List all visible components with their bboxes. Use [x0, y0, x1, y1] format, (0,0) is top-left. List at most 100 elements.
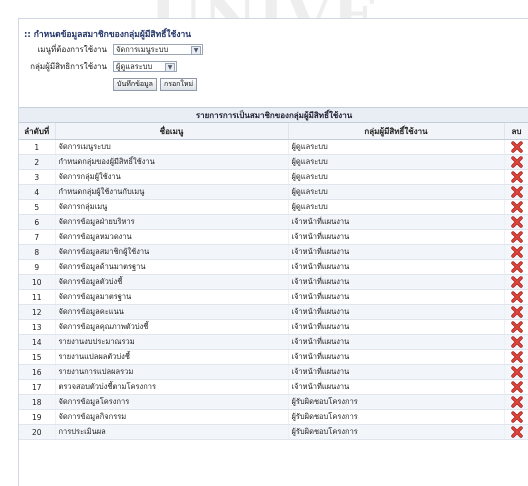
group-name-cell: เจ้าหน้าที่แผนงาน	[288, 259, 505, 275]
delete-x-icon[interactable]	[510, 351, 523, 363]
delete-cell	[504, 394, 528, 410]
delete-cell	[504, 379, 528, 395]
header-no: ลำดับที่	[19, 123, 56, 140]
header-group: กลุ่มผู้มีสิทธิ์ใช้งาน	[288, 123, 505, 140]
delete-cell	[504, 214, 528, 230]
row-number: 8	[19, 244, 56, 260]
row-number: 18	[19, 394, 56, 410]
menu-name-cell: จัดการข้อมูลด้านมาตรฐาน	[55, 259, 289, 275]
delete-x-icon[interactable]	[510, 156, 523, 168]
delete-x-icon[interactable]	[510, 396, 523, 408]
group-name-cell: เจ้าหน้าที่แผนงาน	[288, 379, 505, 395]
table-row: 12 จัดการข้อมูลคะแนน เจ้าหน้าที่แผนงาน	[19, 304, 528, 320]
menu-name-cell: การประเมินผล	[55, 424, 289, 440]
menu-name-cell: กำหนดกลุ่มของผู้มีสิทธิ์ใช้งาน	[55, 154, 289, 170]
reset-button[interactable]: กรอกใหม่	[159, 78, 198, 91]
table-row: 6 จัดการข้อมูลฝ่ายบริหาร เจ้าหน้าที่แผนงาน	[19, 214, 528, 230]
delete-x-icon[interactable]	[510, 141, 523, 153]
row-number: 7	[19, 229, 56, 245]
delete-cell	[504, 349, 528, 365]
delete-x-icon[interactable]	[510, 426, 523, 438]
group-name-cell: ผู้ดูแลระบบ	[288, 139, 505, 155]
menu-name-cell: จัดการข้อมูลกิจกรรม	[55, 409, 289, 425]
group-name-cell: เจ้าหน้าที่แผนงาน	[288, 289, 505, 305]
table-row: 15 รายงานแปลผลตัวบ่งชี้ เจ้าหน้าที่แผนงาน	[19, 349, 528, 365]
page-frame: :: กำหนดข้อมูลสมาชิกของกลุ่มผู้มีสิทธิ์ใ…	[18, 18, 528, 486]
membership-table: รายการการเป็นสมาชิกของกลุ่มผู้มีสิทธิ์ใช…	[19, 107, 528, 440]
row-number: 9	[19, 259, 56, 275]
table-row: 11 จัดการข้อมูลมาตรฐาน เจ้าหน้าที่แผนงาน	[19, 289, 528, 305]
menu-name-cell: จัดการข้อมูลคุณภาพตัวบ่งชี้	[55, 319, 289, 335]
table-row: 5 จัดการกลุ่มเมนู ผู้ดูแลระบบ	[19, 199, 528, 215]
delete-cell	[504, 424, 528, 440]
row-number: 17	[19, 379, 56, 395]
row-number: 2	[19, 154, 56, 170]
delete-x-icon[interactable]	[510, 246, 523, 258]
delete-cell	[504, 364, 528, 380]
table-row: 10 จัดการข้อมูลตัวบ่งชี้ เจ้าหน้าที่แผนงาน	[19, 274, 528, 290]
table-row: 18 จัดการข้อมูลโครงการ ผู้รับผิดชอบโครงการ	[19, 394, 528, 410]
group-name-cell: เจ้าหน้าที่แผนงาน	[288, 214, 505, 230]
menu-name-cell: จัดการกลุ่มผู้ใช้งาน	[55, 169, 289, 185]
delete-cell	[504, 139, 528, 155]
table-row: 2 กำหนดกลุ่มของผู้มีสิทธิ์ใช้งาน ผู้ดูแลระ…	[19, 154, 528, 170]
group-name-cell: ผู้รับผิดชอบโครงการ	[288, 394, 505, 410]
delete-x-icon[interactable]	[510, 336, 523, 348]
group-name-cell: เจ้าหน้าที่แผนงาน	[288, 319, 505, 335]
delete-cell	[504, 184, 528, 200]
delete-x-icon[interactable]	[510, 306, 523, 318]
table-header-row: ลำดับที่ ชื่อเมนู กลุ่มผู้มีสิทธิ์ใช้งาน…	[19, 123, 528, 140]
delete-cell	[504, 259, 528, 275]
group-name-cell: ผู้ดูแลระบบ	[288, 199, 505, 215]
group-select-value: ผู้ดูแลระบบ	[116, 61, 153, 71]
delete-x-icon[interactable]	[510, 201, 523, 213]
group-name-cell: เจ้าหน้าที่แผนงาน	[288, 304, 505, 320]
chevron-down-icon[interactable]: ▼	[191, 46, 201, 55]
delete-cell	[504, 274, 528, 290]
group-name-cell: ผู้ดูแลระบบ	[288, 154, 505, 170]
menu-name-cell: จัดการข้อมูลสมาชิกผู้ใช้งาน	[55, 244, 289, 260]
delete-cell	[504, 154, 528, 170]
save-button[interactable]: บันทึกข้อมูล	[113, 78, 157, 91]
group-field-row: กลุ่มผู้มีสิทธิการใช้งาน ผู้ดูแลระบบ ▼	[19, 60, 177, 73]
delete-x-icon[interactable]	[510, 216, 523, 228]
delete-x-icon[interactable]	[510, 411, 523, 423]
table-row: 9 จัดการข้อมูลด้านมาตรฐาน เจ้าหน้าที่แผนงา…	[19, 259, 528, 275]
delete-x-icon[interactable]	[510, 291, 523, 303]
group-field-label: กลุ่มผู้มีสิทธิการใช้งาน	[30, 62, 107, 71]
menu-field-row: เมนูที่ต้องการใช้งาน จัดการเมนูระบบ ▼	[19, 43, 203, 56]
delete-x-icon[interactable]	[510, 366, 523, 378]
delete-cell	[504, 409, 528, 425]
table-row: 14 รายงานงบประมาณรวม เจ้าหน้าที่แผนงาน	[19, 334, 528, 350]
chevron-down-icon[interactable]: ▼	[165, 63, 175, 72]
menu-name-cell: จัดการข้อมูลมาตรฐาน	[55, 289, 289, 305]
table-row: 17 ตรวจสอบตัวบ่งชี้ตามโครงการ เจ้าหน้าที่แ…	[19, 379, 528, 395]
delete-x-icon[interactable]	[510, 261, 523, 273]
table-row: 7 จัดการข้อมูลหมวดงาน เจ้าหน้าที่แผนงาน	[19, 229, 528, 245]
group-name-cell: เจ้าหน้าที่แผนงาน	[288, 229, 505, 245]
header-menu: ชื่อเมนู	[55, 123, 289, 140]
delete-x-icon[interactable]	[510, 171, 523, 183]
delete-cell	[504, 334, 528, 350]
group-select[interactable]: ผู้ดูแลระบบ ▼	[113, 61, 177, 72]
row-number: 11	[19, 289, 56, 305]
row-number: 13	[19, 319, 56, 335]
delete-x-icon[interactable]	[510, 381, 523, 393]
table-title: รายการการเป็นสมาชิกของกลุ่มผู้มีสิทธิ์ใช…	[19, 107, 528, 123]
delete-x-icon[interactable]	[510, 276, 523, 288]
table-row: 16 รายงานการแปลผลรวม เจ้าหน้าที่แผนงาน	[19, 364, 528, 380]
delete-x-icon[interactable]	[510, 231, 523, 243]
delete-x-icon[interactable]	[510, 186, 523, 198]
row-number: 20	[19, 424, 56, 440]
button-row: บันทึกข้อมูล กรอกใหม่	[113, 78, 200, 91]
row-number: 19	[19, 409, 56, 425]
menu-name-cell: จัดการข้อมูลฝ่ายบริหาร	[55, 214, 289, 230]
delete-x-icon[interactable]	[510, 321, 523, 333]
group-name-cell: เจ้าหน้าที่แผนงาน	[288, 334, 505, 350]
group-name-cell: ผู้รับผิดชอบโครงการ	[288, 409, 505, 425]
menu-name-cell: จัดการข้อมูลหมวดงาน	[55, 229, 289, 245]
table-row: 19 จัดการข้อมูลกิจกรรม ผู้รับผิดชอบโครงการ	[19, 409, 528, 425]
delete-cell	[504, 319, 528, 335]
menu-select[interactable]: จัดการเมนูระบบ ▼	[113, 44, 203, 55]
group-name-cell: เจ้าหน้าที่แผนงาน	[288, 349, 505, 365]
